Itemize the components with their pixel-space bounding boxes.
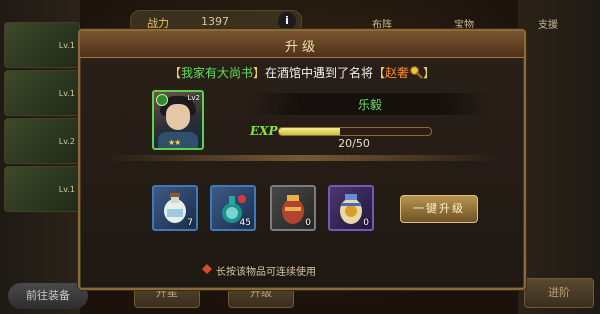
right-panel [518,0,600,314]
exp-value: 20/50 [338,137,370,150]
item-count: 0 [363,218,369,228]
hero-list-panel: Lv.1 Lv.1 Lv.2 Lv.1 [0,0,80,314]
exp-potion-item[interactable]: 0 [270,185,316,231]
hero-level: Lv.1 [58,41,75,50]
bracket: 【 [168,66,181,80]
divider [102,155,502,161]
hero-stars: ★★ [168,138,181,147]
hero-card[interactable]: Lv.1 [4,70,80,116]
hero-card[interactable]: Lv.1 [4,166,80,212]
bracket: 【 [373,66,386,80]
exp-progress-bar [278,127,432,136]
description-text: 在酒馆中遇到了名将 [264,66,373,80]
upgrade-dialog: 升级 【我家有大尚书】在酒馆中遇到了名将【赵奢】 Lv2 ★★ 乐毅 EXP 2… [78,29,526,290]
hero-card[interactable]: Lv.1 [4,22,80,68]
bracket: 】 [252,66,265,80]
hero-name-link[interactable]: 赵奢 [385,66,409,80]
goto-equip-button[interactable]: 前往装备 [8,283,88,309]
dialog-description: 【我家有大尚书】在酒馆中遇到了名将【赵奢】 [80,64,524,81]
exp-label: EXP [250,124,278,138]
hero-face [166,104,190,130]
hero-level: Lv.1 [58,185,75,194]
item-count: 0 [305,218,311,228]
item-count: 7 [187,218,193,228]
advance-button[interactable]: 进阶 [524,278,594,308]
leaf-badge-icon [156,94,168,106]
search-icon[interactable] [409,65,423,79]
source-name: 我家有大尚书 [180,66,253,80]
item-count: 45 [239,218,251,228]
hero-name: 乐毅 [357,98,382,112]
tab-support[interactable]: 支援 [538,16,558,31]
exp-progress-fill [279,128,340,135]
hero-card[interactable]: Lv.2 [4,118,80,164]
hero-level: Lv.2 [58,137,75,146]
exp-potion-item[interactable]: 0 [328,185,374,231]
hero-level: Lv.1 [58,89,75,98]
dialog-title: 升级 [284,40,319,55]
one-click-upgrade-button[interactable]: 一键升级 [400,195,478,223]
hero-level: Lv2 [187,94,201,102]
bracket: 】 [423,66,436,80]
exp-potion-item[interactable]: 45 [210,185,256,231]
power-value: 1397 [201,15,229,28]
exp-potion-item[interactable]: 7 [152,185,198,231]
hero-portrait: Lv2 ★★ [152,90,204,150]
diamond-icon [202,264,212,274]
hint-text: 长按该物品可连续使用 [216,267,316,278]
hero-name-bar: 乐毅 [250,93,490,115]
info-icon[interactable]: i [278,12,296,30]
dialog-title-bar: 升级 [80,31,524,58]
